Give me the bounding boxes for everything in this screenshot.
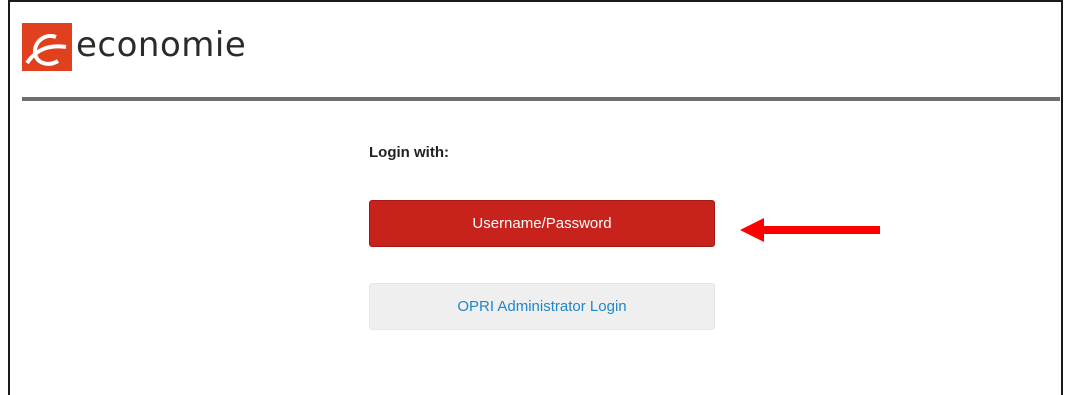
username-password-button[interactable]: Username/Password: [369, 200, 715, 247]
opri-administrator-login-button-label: OPRI Administrator Login: [457, 298, 627, 315]
username-password-button-label: Username/Password: [472, 215, 612, 232]
site-header: economie: [22, 22, 246, 72]
economie-e-logo-icon: [22, 23, 72, 71]
arrow-left-icon: [740, 218, 880, 242]
login-with-label: Login with:: [369, 144, 449, 161]
opri-administrator-login-button[interactable]: OPRI Administrator Login: [369, 283, 715, 330]
brand-name: economie: [76, 25, 247, 65]
header-divider: [22, 97, 1060, 101]
